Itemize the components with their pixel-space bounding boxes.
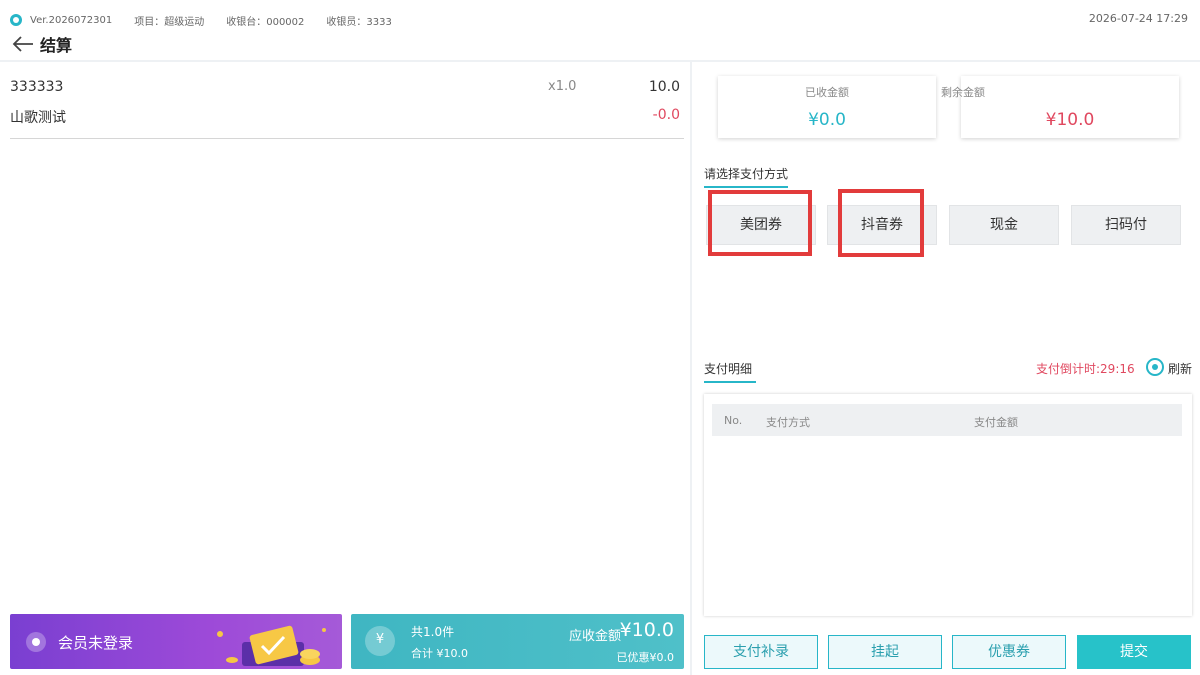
order-item-row[interactable]: 山歌测试 -0.0 [10, 104, 682, 128]
checkout-screen: Ver.2026072301 项目：超级运动 收银台：000002 收银员：33… [0, 0, 1200, 675]
amount-due-value: ¥10.0 [619, 619, 674, 641]
datetime-text: 2026-07-24 17:29 [1088, 12, 1188, 25]
member-status-text: 会员未登录 [58, 634, 134, 652]
gift-card-illustration-icon [217, 625, 326, 666]
discount-text: 已优惠¥0.0 [616, 651, 675, 664]
heading-underline [704, 381, 756, 383]
cash-button[interactable]: 现金 [949, 205, 1059, 245]
refresh-button-label[interactable]: 刷新 [1168, 360, 1192, 377]
hold-order-button[interactable]: 挂起 [828, 635, 942, 669]
order-item-discount: -0.0 [652, 107, 680, 123]
order-summary-banner: 共1.0件 合计 ¥10.0 应收金额 ¥10.0 已优惠¥0.0 [351, 614, 684, 669]
amount-due-label: 应收金额 [569, 629, 622, 644]
remaining-amount-card: 剩余金额 ¥10.0 [941, 76, 1179, 138]
money-bag-icon [365, 626, 395, 656]
back-arrow-icon[interactable] [12, 35, 34, 53]
heading-underline [704, 186, 788, 188]
top-bar: Ver.2026072301 项目：超级运动 收银台：000002 收银员：33… [0, 0, 1200, 62]
coupon-button[interactable]: 优惠券 [952, 635, 1066, 669]
table-header-row: No. 支付方式 支付金额 [712, 404, 1182, 436]
order-item-qty: x1.0 [548, 79, 577, 94]
payment-pane: 已收金额 ¥0.0 剩余金额 ¥10.0 请选择支付方式 美团券 抖音券 现金 … [694, 62, 1200, 675]
received-amount-label: 已收金额 [805, 86, 849, 99]
payment-supplement-button[interactable]: 支付补录 [704, 635, 818, 669]
app-logo-icon [10, 14, 22, 26]
payment-detail-heading-text: 支付明细 [704, 362, 753, 376]
refresh-icon[interactable] [1146, 358, 1164, 376]
subtotal-text: 合计 ¥10.0 [411, 647, 468, 660]
scan-pay-button[interactable]: 扫码付 [1071, 205, 1181, 245]
order-item-name: 333333 [10, 79, 64, 95]
column-header-no: No. [724, 414, 743, 427]
douyin-voucher-button[interactable]: 抖音券 [827, 205, 937, 245]
order-pane: 333333 x1.0 10.0 山歌测试 -0.0 [0, 62, 692, 675]
payment-method-heading: 请选择支付方式 [704, 165, 789, 188]
payment-method-heading-text: 请选择支付方式 [704, 167, 789, 181]
payment-detail-heading: 支付明细 [704, 360, 756, 383]
payment-detail-table: No. 支付方式 支付金额 [704, 394, 1192, 616]
member-login-banner[interactable]: 会员未登录 [10, 614, 342, 669]
received-amount-value: ¥0.0 [808, 110, 846, 130]
column-header-amount: 支付金额 [974, 416, 1018, 429]
remaining-amount-value: ¥10.0 [1045, 110, 1095, 130]
status-info-row: Ver.2026072301 项目：超级运动 收银台：000002 收银员：33… [10, 12, 414, 28]
page-header: 结算 [12, 32, 72, 56]
remaining-amount-label: 剩余金额 [941, 86, 985, 99]
order-divider [10, 138, 684, 139]
meituan-voucher-button[interactable]: 美团券 [706, 205, 816, 245]
item-count-text: 共1.0件 [411, 625, 455, 639]
submit-button[interactable]: 提交 [1077, 635, 1191, 669]
order-item-row[interactable]: 333333 x1.0 10.0 [10, 76, 682, 100]
member-icon [26, 632, 46, 652]
order-item-price: 10.0 [648, 79, 680, 95]
register-text: 收银台：000002 [226, 16, 305, 28]
page-title: 结算 [40, 36, 73, 55]
received-amount-card: 已收金额 ¥0.0 [718, 76, 936, 138]
cashier-text: 收银员：3333 [326, 16, 392, 28]
order-item-name: 山歌测试 [10, 110, 66, 126]
project-text: 项目：超级运动 [134, 16, 205, 28]
column-header-method: 支付方式 [766, 416, 810, 429]
payment-countdown: 支付倒计时:29:16 [1036, 362, 1135, 376]
version-text: Ver.2026072301 [30, 14, 113, 26]
